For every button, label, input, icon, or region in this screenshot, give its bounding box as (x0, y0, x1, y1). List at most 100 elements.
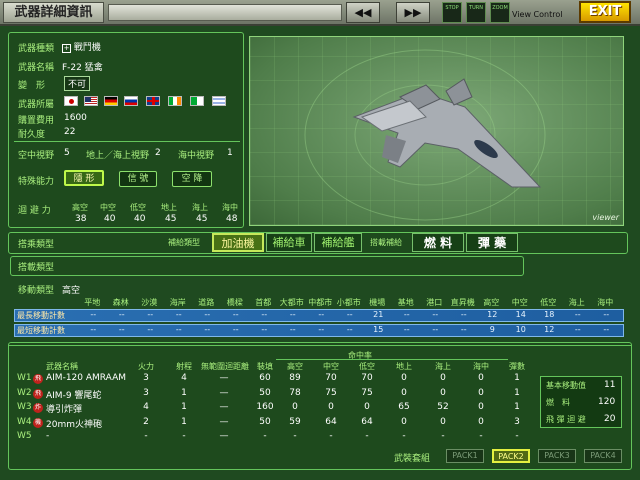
ability-stealth[interactable]: 隱 形 (64, 170, 104, 186)
weapon-name: AIM-120 AMRAAM (46, 373, 127, 383)
stop-label: STOP (445, 5, 459, 11)
prev-button[interactable]: ◀◀ (346, 2, 380, 23)
movement-cell: -- (118, 325, 125, 334)
zoom-button[interactable]: ZOOM (490, 2, 510, 23)
terrain-header: 海岸 (169, 298, 186, 307)
weapon-row[interactable]: W5 - - - — - - - - - - - - (14, 431, 532, 444)
weapon-ammo: 1 (514, 373, 520, 383)
evade-head-sea: 海上 (192, 203, 208, 212)
stop-button[interactable]: STOP (442, 2, 462, 23)
movement-cell: 18 (544, 310, 555, 319)
weapon-row[interactable]: W4 機 20mm火神砲 2 1 — 50 59 64 64 0 0 0 3 (14, 417, 532, 430)
weapon-range: 4 (181, 373, 187, 383)
weapon-min: — (219, 402, 229, 412)
weapon-power: - (144, 431, 148, 441)
movement-cell: -- (432, 325, 439, 334)
evade-head-high: 高空 (72, 203, 88, 212)
next-button[interactable]: ▶▶ (396, 2, 430, 23)
pack-button-1[interactable]: PACK1 (446, 449, 484, 463)
model-viewer[interactable]: viewer (249, 36, 624, 226)
terrain-header: 海上 (568, 298, 585, 307)
movement-cell: -- (147, 325, 154, 334)
weapon-category-icon: 飛 (33, 374, 43, 384)
viewer-graphics (304, 49, 546, 221)
germany-flag-icon (104, 96, 118, 106)
movement-cell: -- (574, 325, 581, 334)
fuel-label: 燃 料 (546, 398, 570, 407)
weapon-row[interactable]: W3 炸導引炸彈 4 1 — 160 0 0 0 65 52 0 1 (14, 402, 532, 415)
evade-under: 48 (226, 214, 238, 224)
movement-cell: -- (289, 325, 296, 334)
movement-cell: -- (261, 310, 268, 319)
tab-supply-truck[interactable]: 補給車 (266, 233, 312, 252)
movement-cell: -- (403, 325, 410, 334)
movement-cell: -- (90, 325, 97, 334)
tab-fuel[interactable]: 燃 料 (412, 233, 464, 252)
wh-name: 武器名稱 (46, 362, 78, 371)
japan-flag-icon (64, 96, 78, 106)
terrain-header: 基地 (397, 298, 414, 307)
weapon-hi: 89 (289, 373, 301, 383)
ability-signal[interactable]: 信 號 (119, 171, 157, 187)
pack-button-4[interactable]: PACK4 (584, 449, 622, 463)
turn-button[interactable]: TURN (466, 2, 486, 23)
movement-row: 最長移動計數 -- -- -- -- -- -- -- -- -- -- 21 -- -- -- 12 14 18… (14, 309, 624, 322)
weapon-hi: 0 (292, 402, 298, 412)
israel-flag-icon (212, 96, 226, 106)
wh-low: 低空 (359, 362, 375, 371)
ability-airdrop[interactable]: 空 降 (172, 171, 212, 187)
movement-cell: -- (204, 310, 211, 319)
weapon-slot: W1 (17, 373, 32, 383)
weapon-power: 3 (143, 387, 149, 398)
movement-cell: -- (261, 325, 268, 334)
transform-label: 變 形 (18, 81, 46, 91)
weapons-divider (8, 345, 632, 346)
weapon-min: — (219, 387, 229, 398)
weapon-low: 75 (361, 387, 373, 398)
weapon-land: 0 (401, 387, 407, 398)
hit-rate-rule (276, 359, 508, 360)
wh-mid: 中空 (323, 362, 339, 371)
weapon-reload: 60 (259, 373, 271, 383)
evade-head-low: 低空 (130, 203, 146, 212)
movement-cell: -- (603, 325, 610, 334)
pack-button-2[interactable]: PACK2 (492, 449, 530, 463)
tab-ammo[interactable]: 彈 藥 (466, 233, 518, 252)
terrain-header: 高空 (483, 298, 500, 307)
evade-label: 迴 避 力 (18, 206, 51, 216)
wh-high: 高空 (287, 362, 303, 371)
screen-title: 武器詳細資訊 (3, 2, 104, 23)
weapon-under: 0 (478, 387, 484, 398)
weapon-sea: 0 (440, 416, 446, 427)
weapon-row[interactable]: W2 飛 AIM-9 響尾蛇 3 1 — 50 78 75 75 0 0 0 1 (14, 388, 532, 401)
tab-supply-ship[interactable]: 補給艦 (314, 233, 362, 252)
move-type-value: 高空 (62, 286, 81, 296)
weapon-row[interactable]: W1 飛 AIM-120 AMRAAM 3 4 — 60 89 70 70 0 0 0 1 (14, 373, 532, 386)
terrain-header: 機場 (369, 298, 386, 307)
movement-cell: 21 (373, 310, 384, 319)
top-toolbar: 武器詳細資訊 ◀◀ ▶▶ STOP TURN ZOOM View Control… (0, 0, 640, 26)
exit-button[interactable]: EXIT (579, 1, 631, 23)
cost-label: 購置費用 (18, 116, 55, 126)
movement-cell: -- (147, 310, 154, 319)
tab-tanker[interactable]: 加油機 (212, 233, 264, 252)
wh-under: 海中 (473, 362, 489, 371)
movement-cell: -- (175, 325, 182, 334)
weapon-ammo: 1 (514, 402, 520, 412)
movement-row-label: 最長移動計數 (17, 311, 65, 320)
air-view-value: 5 (64, 148, 70, 158)
wh-power: 火力 (138, 362, 154, 371)
evade-head-mid: 中空 (100, 203, 116, 212)
weapon-land: 0 (401, 416, 407, 427)
movement-cell: -- (232, 310, 239, 319)
durability-value: 22 (64, 127, 76, 137)
weapon-min: — (219, 416, 229, 427)
weapon-sea: 0 (440, 387, 446, 398)
ireland-flag-icon (168, 96, 182, 106)
pack-button-3[interactable]: PACK3 (538, 449, 576, 463)
cargo-supply-label: 搭載補給 (370, 238, 402, 247)
terrain-header: 首都 (255, 298, 272, 307)
weapon-min: — (219, 431, 229, 441)
movement-cell: -- (460, 325, 467, 334)
ability-label: 特殊能力 (18, 177, 55, 187)
